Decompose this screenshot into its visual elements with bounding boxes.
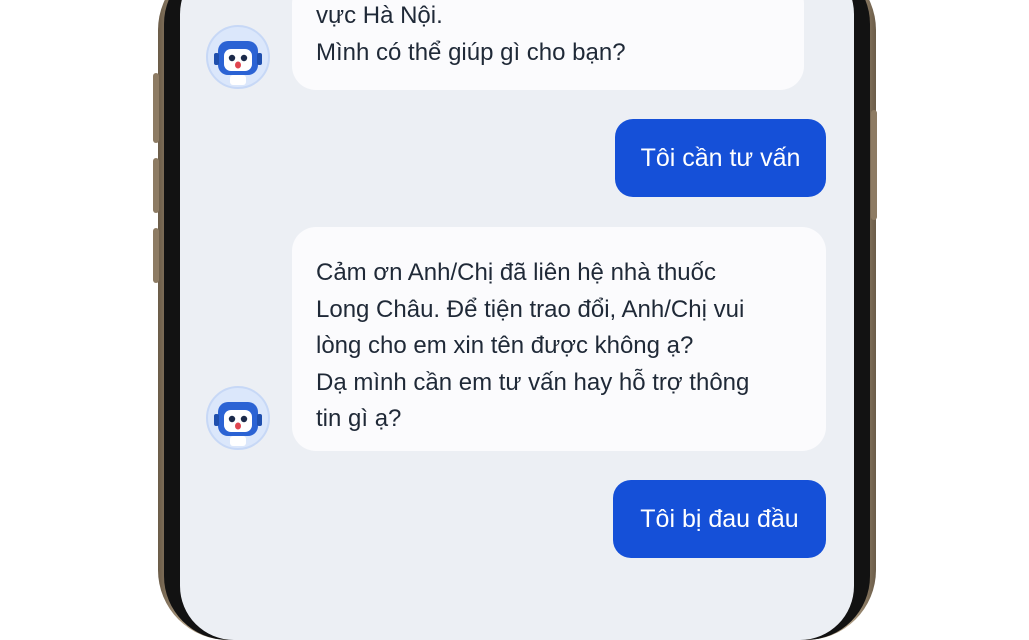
robot-mascot-icon <box>214 402 262 446</box>
phone-volume-down-button <box>153 158 159 213</box>
message-line: Mình có thể giúp gì cho bạn? <box>316 38 626 66</box>
bot-avatar <box>206 386 270 450</box>
phone-power-button <box>871 110 877 220</box>
user-message-bubble: Tôi cần tư vấn <box>615 119 826 197</box>
message-text: Tôi bị đau đầu <box>640 504 799 533</box>
bot-message-bubble: Cảm ơn Anh/Chị đã liên hệ nhà thuốc Long… <box>292 227 826 451</box>
chat-screen[interactable]: vực Hà Nội. Mình có thể giúp gì cho bạn?… <box>180 0 854 640</box>
message-line: Cảm ơn Anh/Chị đã liên hệ nhà thuốc <box>316 259 716 286</box>
phone-volume-up-button <box>153 73 159 143</box>
message-text: Tôi cần tư vấn <box>640 143 801 172</box>
message-line: lòng cho em xin tên được không ạ? <box>316 332 694 359</box>
message-line: vực Hà Nội. <box>316 2 443 29</box>
message-line: Long Châu. Để tiện trao đổi, Anh/Chị vui <box>316 295 745 323</box>
phone-action-button <box>153 228 159 283</box>
message-line: tin gì ạ? <box>316 405 402 432</box>
robot-mascot-icon <box>214 41 262 85</box>
bot-message-bubble: vực Hà Nội. Mình có thể giúp gì cho bạn? <box>292 0 804 90</box>
user-message-bubble: Tôi bị đau đầu <box>613 480 826 558</box>
message-line: Dạ mình cần em tư vấn hay hỗ trợ thông <box>316 368 750 396</box>
bot-avatar <box>206 25 270 89</box>
